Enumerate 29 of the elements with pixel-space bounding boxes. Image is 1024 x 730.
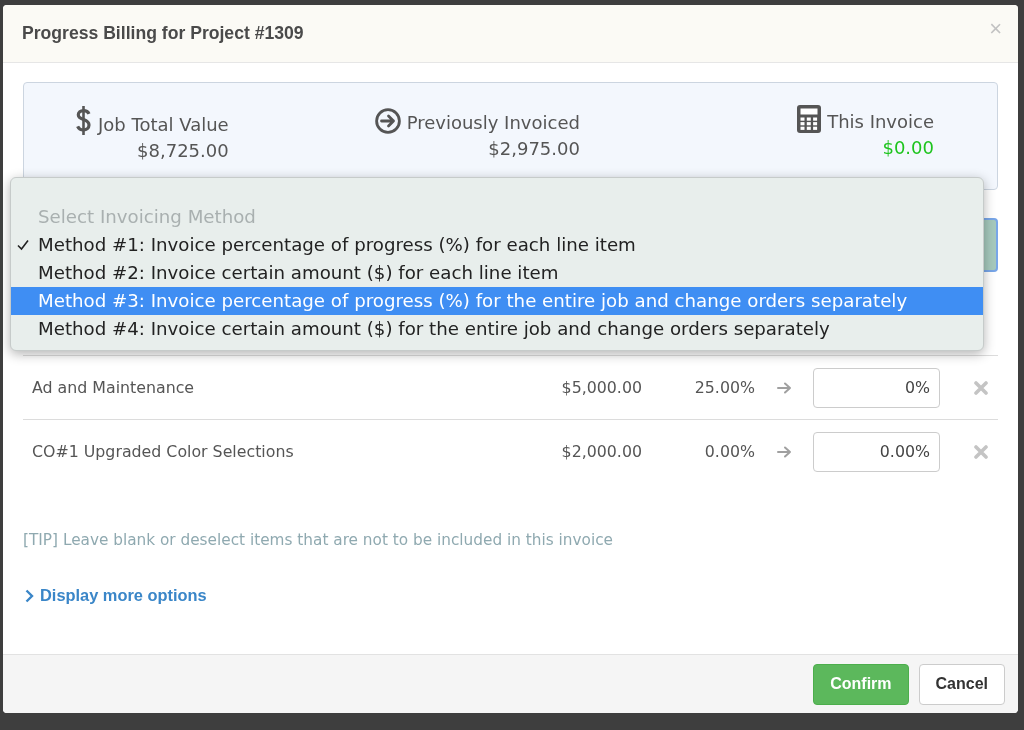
tip-text: [TIP] Leave blank or deselect items that are not to be included in this invoice: [23, 530, 613, 550]
arrow-right-icon: [776, 445, 792, 458]
chevron-icon: [25, 588, 34, 603]
invoice-input[interactable]: 0.00%: [813, 431, 940, 472]
dollar-icon: [75, 105, 92, 136]
item-description: CO#1 Upgraded Color Selections: [32, 442, 294, 461]
item-description: Ad and Maintenance: [32, 378, 195, 397]
stat-label: This Invoice: [827, 111, 934, 133]
item-progress-percent: 25.00%: [694, 378, 755, 397]
dropdown-option[interactable]: Method #1: Invoice percentage of progress (%) for each line item: [11, 231, 983, 259]
remove-icon[interactable]: [974, 380, 988, 395]
stat-value: $8,725.00: [137, 140, 229, 162]
stat-label: Job Total Value: [98, 114, 229, 136]
item-amount: $2,000.00: [561, 442, 642, 461]
dropdown-option[interactable]: Method #2: Invoice certain amount ($) for each line item: [11, 259, 983, 287]
stat-value: $0.00: [882, 137, 934, 159]
arrow-right-icon: [776, 381, 792, 394]
item-amount: $5,000.00: [561, 378, 642, 397]
item-progress-percent: 0.00%: [704, 442, 755, 461]
stat-label: Previously Invoiced: [406, 112, 580, 134]
dialog-title: Progress Billing for Project #1309: [22, 23, 304, 44]
invoice-input[interactable]: 0%: [813, 367, 940, 408]
cancel-button[interactable]: Cancel: [918, 663, 1005, 705]
dropdown-heading: Select Invoicing Method: [37, 205, 257, 229]
calculator-icon: [797, 105, 822, 133]
stat-value: $2,975.00: [488, 138, 580, 160]
remove-icon[interactable]: [974, 444, 988, 459]
dropdown-option[interactable]: Method #4: Invoice certain amount ($) for the entire job and change orders separately: [11, 315, 983, 343]
more-options-link[interactable]: Display more options: [23, 586, 207, 605]
